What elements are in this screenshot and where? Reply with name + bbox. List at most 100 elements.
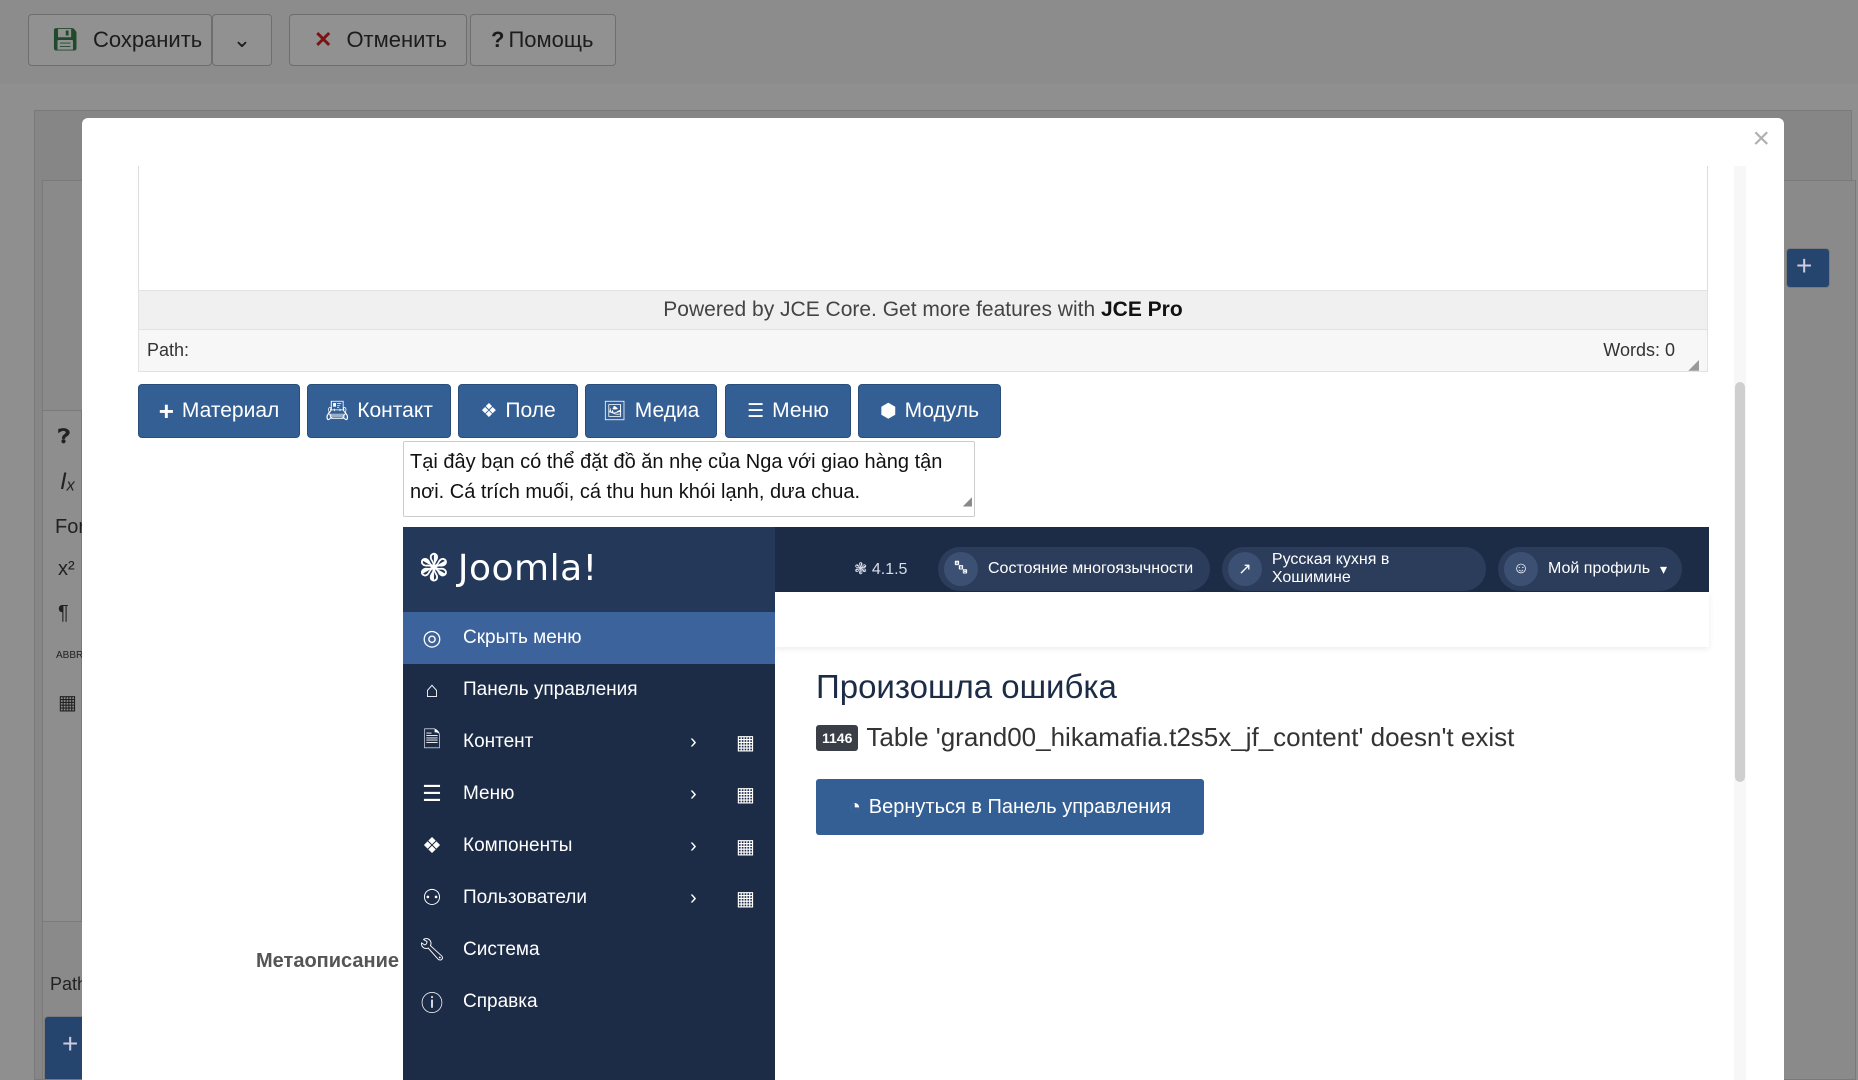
background-right-plus-icon: + xyxy=(1796,250,1813,281)
sidebar-item-label: Пользователи xyxy=(463,887,588,908)
insert-field-button[interactable]: ❖ Поле xyxy=(458,384,578,438)
list-icon: ☰ xyxy=(747,400,765,422)
insert-menu-label: Меню xyxy=(772,399,829,422)
sidebar-item-hide-menu[interactable]: ◎ Скрыть меню xyxy=(403,612,775,664)
sidebar-item-dashboard[interactable]: ⌂ Панель управления xyxy=(403,664,775,716)
dashboard-grid-icon[interactable]: ▦ xyxy=(736,834,755,859)
editor-word-count: Words: 0 xyxy=(1603,340,1675,360)
question-icon: ? xyxy=(491,27,505,52)
gauge-icon: ◔ xyxy=(848,795,861,818)
sidebar-item-content[interactable]: 🗎︎ Контент › ▦ xyxy=(403,716,775,768)
joomla-small-icon: ❃ xyxy=(854,561,872,578)
chevron-right-icon[interactable]: › xyxy=(690,731,697,754)
my-profile-label: Мой профиль xyxy=(1548,560,1651,577)
insert-media-label: Медиа xyxy=(634,399,700,422)
cancel-button-label: Отменить xyxy=(346,27,447,52)
table-icon: ▦ xyxy=(58,692,77,714)
sidebar-item-label: Система xyxy=(463,939,540,960)
image-icon: 🖼︎ xyxy=(602,401,627,422)
back-to-dashboard-label: Вернуться в Панель управления xyxy=(868,795,1172,818)
error-message: Table 'grand00_hikamafia.t2s5x_jf_conten… xyxy=(866,722,1515,752)
powered-text: Powered by JCE Core. Get more features w… xyxy=(663,298,1101,321)
help-button[interactable]: ? Помощь xyxy=(470,14,616,66)
multilingual-status-button[interactable]: 🔤︎ Состояние многоязычности xyxy=(938,547,1210,591)
modal-close-icon[interactable]: × xyxy=(1752,124,1770,154)
toggle-icon: ◎ xyxy=(422,625,442,650)
home-icon: ⌂ xyxy=(425,677,439,702)
cube-icon: ⬢ xyxy=(879,400,897,422)
save-button-label: Сохранить xyxy=(92,27,203,52)
dashboard-grid-icon[interactable]: ▦ xyxy=(736,730,755,755)
insert-module-button[interactable]: ⬢ Модуль xyxy=(858,384,1001,438)
sidebar-item-components[interactable]: ❖ Компоненты › ▦ xyxy=(403,820,775,872)
sidebar-item-users[interactable]: ⚇ Пользователи › ▦ xyxy=(403,872,775,924)
puzzle-icon: ❖ xyxy=(422,833,442,858)
error-title: Произошла ошибка xyxy=(816,668,1117,705)
sidebar-item-label: Скрыть меню xyxy=(463,627,582,648)
save-dropdown-button[interactable]: ⌄ xyxy=(212,14,272,66)
meta-description-label: Метаописание xyxy=(256,950,400,972)
resize-grip-icon[interactable]: ◢ xyxy=(1688,344,1699,384)
chevron-right-icon[interactable]: › xyxy=(690,783,697,806)
user-circle-icon: ☺ xyxy=(1504,552,1538,586)
error-code-badge: 1146 xyxy=(816,724,859,751)
insert-menu-button[interactable]: ☰ Меню xyxy=(725,384,851,438)
insert-article-button[interactable]: + Материал xyxy=(138,384,300,438)
sidebar-item-label: Справка xyxy=(463,991,538,1012)
back-to-dashboard-button[interactable]: ◔ Вернуться в Панель управления xyxy=(816,779,1204,835)
joomla-logo-icon: ❃ xyxy=(418,548,450,590)
powered-brand-link[interactable]: JCE Pro xyxy=(1101,298,1183,321)
superscript-icon: x² xyxy=(58,558,75,580)
wrench-icon: 🔧︎ xyxy=(418,937,446,962)
multilingual-status-label: Состояние многоязычности xyxy=(988,560,1194,577)
cancel-button[interactable]: ✕ Отменить xyxy=(289,14,467,66)
joomla-logo[interactable]: ❃ Joomla! xyxy=(418,546,598,591)
sidebar-item-label: Меню xyxy=(463,783,515,804)
paragraph-icon: ¶ xyxy=(58,602,69,624)
sidebar-item-menus[interactable]: ☰ Меню › ▦ xyxy=(403,768,775,820)
chevron-down-icon: ▾ xyxy=(1660,560,1668,577)
floppy-disk-icon: 💾︎ xyxy=(51,27,79,52)
save-button[interactable]: 💾︎ Сохранить xyxy=(28,14,212,66)
insert-module-label: Модуль xyxy=(904,399,980,422)
close-icon: ✕ xyxy=(314,27,333,52)
chevron-right-icon[interactable]: › xyxy=(690,835,697,858)
insert-media-button[interactable]: 🖼︎ Медиа xyxy=(585,384,717,438)
background-help-icon: ❓︎ xyxy=(58,426,71,448)
sidebar-item-label: Компоненты xyxy=(463,835,573,856)
puzzle-icon: ❖ xyxy=(480,400,498,422)
my-profile-button[interactable]: ☺ Мой профиль ▾ xyxy=(1498,547,1682,591)
insert-contact-button[interactable]: 📇︎ Контакт xyxy=(307,384,451,438)
insert-contact-label: Контакт xyxy=(357,399,433,422)
plus-icon: + xyxy=(158,395,174,426)
site-link-button[interactable]: ↗ Русская кухня в Хошимине xyxy=(1222,547,1486,591)
users-icon: ⚇ xyxy=(422,885,442,910)
contact-card-icon: 📇︎ xyxy=(325,401,350,422)
background-toolbar xyxy=(0,0,1858,84)
list-icon: ☰ xyxy=(422,781,442,806)
joomla-subheader xyxy=(775,592,1709,647)
background-format-label: For xyxy=(55,516,85,538)
error-message-row: 1146 Table 'grand00_hikamafia.t2s5x_jf_c… xyxy=(816,722,1514,753)
insert-field-label: Поле xyxy=(505,399,556,422)
sidebar-item-label: Панель управления xyxy=(463,679,638,700)
meta-description-textarea[interactable]: Tại đây bạn có thể đặt đồ ăn nhẹ của Nga… xyxy=(403,441,975,517)
modal-scrollbar-thumb[interactable] xyxy=(1735,382,1745,782)
info-icon: ⓘ xyxy=(420,991,443,1016)
editor-content-area[interactable] xyxy=(138,166,1708,290)
editor-status-bar: Path: Words: 0 ◢ xyxy=(138,330,1708,372)
chevron-right-icon[interactable]: › xyxy=(690,887,697,910)
background-plus-icon: + xyxy=(62,1028,79,1059)
meta-description-value: Tại đây bạn có thể đặt đồ ăn nhẹ của Nga… xyxy=(410,451,943,503)
dashboard-grid-icon[interactable]: ▦ xyxy=(736,886,755,911)
site-link-label: Русская кухня в Хошимине xyxy=(1271,551,1390,586)
editor-path-label: Path: xyxy=(147,340,190,360)
joomla-version-number: 4.1.5 xyxy=(871,561,908,578)
external-link-icon: ↗ xyxy=(1228,552,1262,586)
editor-powered-bar: Powered by JCE Core. Get more features w… xyxy=(138,290,1708,330)
textarea-resize-icon[interactable]: ◢ xyxy=(963,486,972,516)
sidebar-item-system[interactable]: 🔧︎ Система xyxy=(403,924,775,976)
insert-article-label: Материал xyxy=(181,399,280,422)
sidebar-item-help[interactable]: ⓘ Справка xyxy=(403,976,775,1028)
dashboard-grid-icon[interactable]: ▦ xyxy=(736,782,755,807)
